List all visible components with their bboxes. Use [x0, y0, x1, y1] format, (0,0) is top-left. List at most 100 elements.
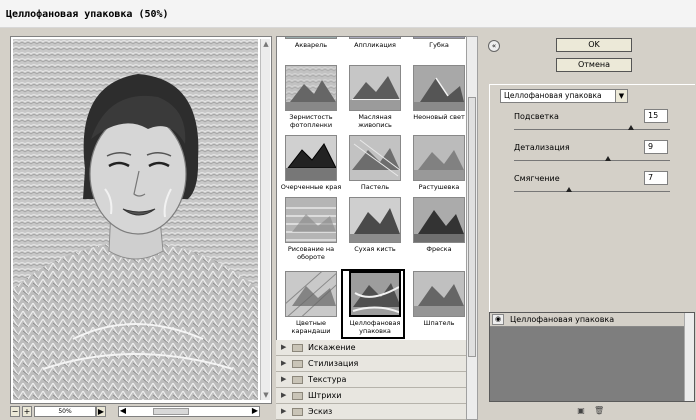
param-input-highlight[interactable]: 15: [644, 109, 668, 123]
category-stylize[interactable]: ▶ Стилизация: [276, 356, 466, 372]
category-strokes[interactable]: ▶ Штрихи: [276, 388, 466, 404]
zoom-level[interactable]: 50%: [34, 406, 96, 417]
preview-horizontal-scrollbar[interactable]: ◀ ▶: [118, 406, 260, 417]
category-texture[interactable]: ▶ Текстура: [276, 372, 466, 388]
expand-icon: ▶: [281, 375, 287, 383]
filter-thumbnail: [413, 135, 465, 181]
filter-thumb[interactable]: Неоновый свет: [407, 65, 471, 121]
scroll-down-icon[interactable]: ▼: [262, 391, 270, 399]
expand-icon: ▶: [281, 359, 287, 367]
zoom-in-button[interactable]: +: [22, 406, 32, 417]
gallery-scrollbar[interactable]: [466, 36, 478, 420]
filter-label: Растушевка: [418, 183, 460, 191]
scroll-left-icon[interactable]: ◀: [118, 406, 128, 417]
preview-vertical-scrollbar[interactable]: ▲ ▼: [260, 39, 270, 400]
filter-thumb[interactable]: Рисование на обороте: [279, 197, 343, 261]
scroll-right-icon[interactable]: ▶: [250, 406, 260, 417]
filter-select-value: Целлофановая упаковка: [504, 91, 602, 100]
filter-label: Аппликация: [354, 41, 396, 49]
filter-thumb[interactable]: Пастель: [343, 135, 407, 191]
preview-photo: [13, 39, 258, 400]
filter-thumb[interactable]: Фреска: [407, 197, 471, 253]
collapse-gallery-icon[interactable]: «: [488, 40, 500, 52]
filter-categories: ▶ Искажение ▶ Стилизация ▶ Текстура ▶ Шт…: [276, 340, 466, 420]
filter-thumb[interactable]: Акварель: [279, 37, 343, 49]
filter-thumb[interactable]: Шпатель: [407, 271, 471, 327]
eye-icon[interactable]: ◉: [492, 314, 504, 325]
filter-thumbnail: [349, 37, 401, 39]
preview-image[interactable]: [13, 39, 258, 400]
scroll-up-icon[interactable]: ▲: [262, 40, 270, 48]
ok-button[interactable]: OK: [556, 38, 632, 52]
filter-thumbnail: [349, 65, 401, 111]
filter-thumbnail: [349, 135, 401, 181]
category-label: Стилизация: [308, 359, 359, 368]
scroll-thumb[interactable]: [153, 408, 189, 415]
filter-thumbnail: [285, 37, 337, 39]
gallery-scroll-thumb[interactable]: [468, 97, 476, 357]
filter-label: Акварель: [294, 41, 328, 49]
zoom-out-button[interactable]: −: [10, 406, 20, 417]
filter-thumbnail: [285, 65, 337, 111]
filter-select[interactable]: Целлофановая упаковка ▼: [500, 89, 628, 103]
expand-icon: ▶: [281, 343, 287, 351]
filter-label: Очерченные края: [280, 183, 342, 191]
slider-detail[interactable]: [514, 160, 670, 161]
filter-gallery-dialog: ▲ ▼ − + 50% ▶ ◀ ▶ Акварель Аппликация Гу…: [0, 28, 696, 420]
folder-icon: [292, 360, 303, 368]
category-distort[interactable]: ▶ Искажение: [276, 340, 466, 356]
new-layer-icon[interactable]: ▣: [576, 406, 586, 416]
slider-highlight[interactable]: [514, 129, 670, 130]
slider-thumb-smoothness[interactable]: [565, 187, 572, 192]
window-title: Целлофановая упаковка (50%): [6, 9, 169, 20]
selection-frame: [341, 269, 405, 339]
filter-thumb[interactable]: Очерченные края: [279, 135, 343, 191]
category-label: Штрихи: [308, 391, 342, 400]
filter-thumbnail: [413, 65, 465, 111]
preview-panel: ▲ ▼: [10, 36, 272, 404]
zoom-bar: − + 50% ▶ ◀ ▶: [10, 406, 272, 418]
zoom-dropdown-arrow-icon[interactable]: ▶: [96, 406, 106, 417]
effect-layers-panel: ◉ Целлофановая упаковка: [489, 312, 695, 402]
category-label: Искажение: [308, 343, 356, 352]
filter-label: Сухая кисть: [354, 245, 396, 253]
filter-thumb[interactable]: Губка: [407, 37, 471, 49]
param-label-highlight: Подсветка: [514, 112, 559, 121]
param-label-smoothness: Смягчение: [514, 174, 560, 183]
filter-thumbnail: [349, 197, 401, 243]
effect-layer-name: Целлофановая упаковка: [510, 315, 615, 324]
param-label-detail: Детализация: [514, 143, 570, 152]
filter-label: Рисование на обороте: [287, 245, 335, 261]
category-label: Эскиз: [308, 407, 333, 416]
filter-thumbnail: [285, 135, 337, 181]
cancel-button[interactable]: Отмена: [556, 58, 632, 72]
filter-thumb[interactable]: Сухая кисть: [343, 197, 407, 253]
slider-thumb-detail[interactable]: [604, 156, 611, 161]
filter-thumbnail: [413, 271, 465, 317]
category-sketch[interactable]: ▶ Эскиз: [276, 404, 466, 420]
slider-smoothness[interactable]: [514, 191, 670, 192]
filter-thumbnail: [285, 271, 337, 317]
trash-icon[interactable]: 🗑: [594, 406, 604, 416]
folder-icon: [292, 344, 303, 352]
param-input-detail[interactable]: 9: [644, 140, 668, 154]
filter-thumb[interactable]: Зернистость фотопленки: [279, 65, 343, 129]
settings-panel: Целлофановая упаковка ▼ Подсветка 15 Дет…: [489, 84, 695, 332]
chevron-down-icon[interactable]: ▼: [615, 90, 627, 102]
filter-label: Пастель: [360, 183, 390, 191]
filter-label: Фреска: [426, 245, 452, 253]
filter-thumb[interactable]: Масляная живопись: [343, 65, 407, 129]
folder-icon: [292, 408, 303, 416]
filter-thumb[interactable]: Растушевка: [407, 135, 471, 191]
slider-thumb-highlight[interactable]: [628, 125, 634, 130]
filter-label: Зернистость фотопленки: [289, 113, 333, 129]
param-input-smoothness[interactable]: 7: [644, 171, 668, 185]
effect-layer-row[interactable]: ◉ Целлофановая упаковка: [490, 313, 686, 327]
filter-label: Цветные карандаши: [291, 319, 331, 335]
filter-thumb[interactable]: Аппликация: [343, 37, 407, 49]
filter-thumbnail: [413, 197, 465, 243]
layers-scrollbar[interactable]: [684, 313, 694, 401]
folder-icon: [292, 392, 303, 400]
filter-label: Губка: [429, 41, 449, 49]
filter-thumb[interactable]: Цветные карандаши: [279, 271, 343, 335]
